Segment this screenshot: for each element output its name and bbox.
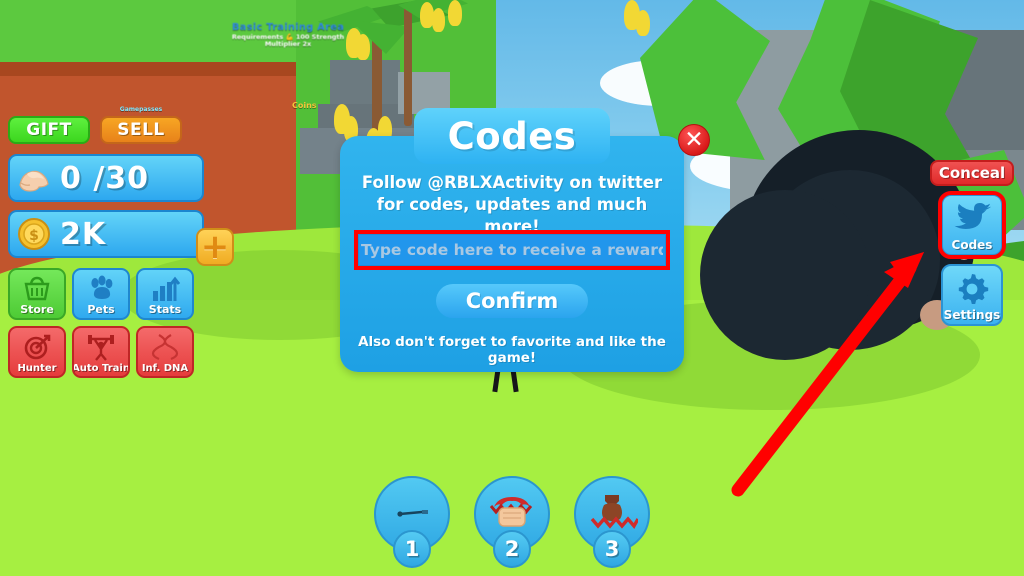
gamepasses-label: Gamepasses xyxy=(119,106,163,113)
terrain-dirt-edge xyxy=(0,62,310,76)
hud-icon-grid: Store Pets Stats Hunter Auto Train Inf. … xyxy=(8,268,194,378)
hotbar-number: 1 xyxy=(393,530,431,568)
auto-train-label: Auto Train xyxy=(72,363,130,374)
hotbar-number: 3 xyxy=(593,530,631,568)
codes-button[interactable]: Codes xyxy=(938,191,1006,259)
add-coins-button[interactable]: + xyxy=(196,228,234,266)
coin-icon: $ xyxy=(14,214,54,254)
auto-train-button[interactable]: Auto Train xyxy=(72,326,130,378)
weightlifter-icon xyxy=(74,330,128,364)
hotbar-slot[interactable]: 1 xyxy=(374,476,450,568)
hotbar-slot[interactable]: 2 xyxy=(474,476,550,568)
billboard-multiplier: Multiplier 2x xyxy=(264,39,312,48)
coins-value: 2K xyxy=(60,216,107,252)
settings-label: Settings xyxy=(943,308,1001,322)
game-screen: Basic Training Area Requirements 💪 100 S… xyxy=(0,0,1024,576)
coins-sign: Coins xyxy=(292,101,317,110)
dialog-title: Codes xyxy=(414,108,610,164)
banana-bunch xyxy=(356,34,370,60)
hotbar-slot[interactable]: 3 xyxy=(574,476,650,568)
strength-bar[interactable]: 0 /30 xyxy=(8,154,204,202)
stats-button[interactable]: Stats xyxy=(136,268,194,320)
inf-dna-label: Inf. DNA xyxy=(141,363,189,374)
billboard: Basic Training Area Requirements 💪 100 S… xyxy=(228,22,348,48)
dialog-subtitle-line1: Follow @RBLXActivity on twitter xyxy=(361,173,663,192)
dialog-footer: Also don't forget to favorite and like t… xyxy=(358,334,666,366)
gear-icon xyxy=(943,270,1001,308)
strength-value: 0 /30 xyxy=(60,160,150,196)
sell-button[interactable]: SELL xyxy=(100,116,182,144)
target-arrow-icon xyxy=(10,330,64,364)
dna-icon xyxy=(138,330,192,364)
plus-icon: + xyxy=(200,227,230,267)
store-button[interactable]: Store xyxy=(8,268,66,320)
top-button-row: Gamepasses GIFT SELL xyxy=(8,106,238,146)
bicep-icon xyxy=(14,158,54,198)
close-glyph: ✕ xyxy=(684,127,704,153)
twitter-bird-icon xyxy=(943,200,1001,238)
coins-bar[interactable]: $ 2K + xyxy=(8,210,234,266)
svg-text:$: $ xyxy=(29,228,39,244)
hotbar-number: 2 xyxy=(493,530,531,568)
basket-icon xyxy=(10,272,64,306)
hotbar: 1 2 3 xyxy=(374,476,650,568)
inf-dna-button[interactable]: Inf. DNA xyxy=(136,326,194,378)
bar-chart-up-icon xyxy=(138,272,192,306)
left-hud-panel: Gamepasses GIFT SELL 0 /30 $ 2K + Store … xyxy=(8,106,238,378)
codes-label: Codes xyxy=(951,238,993,252)
banana-bunch xyxy=(448,0,462,26)
banana-bunch xyxy=(432,8,445,32)
close-icon[interactable]: ✕ xyxy=(678,124,710,156)
hunter-label: Hunter xyxy=(17,363,57,374)
stats-label: Stats xyxy=(148,303,182,316)
character-hair xyxy=(700,190,870,360)
code-input-highlight xyxy=(354,230,670,270)
banana-bunch xyxy=(636,10,650,36)
pets-button[interactable]: Pets xyxy=(72,268,130,320)
dialog-subtitle: Follow @RBLXActivity on twitter for code… xyxy=(352,172,672,237)
conceal-button[interactable]: Conceal xyxy=(930,160,1014,186)
code-input[interactable] xyxy=(358,234,666,266)
store-label: Store xyxy=(20,303,54,316)
codes-dialog: Codes ✕ Follow @RBLXActivity on twitter … xyxy=(340,108,710,372)
settings-button[interactable]: Settings xyxy=(941,264,1003,326)
palm-trunk xyxy=(404,6,412,126)
right-hud-panel: Conceal Codes Settings xyxy=(926,160,1018,326)
billboard-title: Basic Training Area xyxy=(231,22,345,33)
gift-button[interactable]: GIFT xyxy=(8,116,90,144)
thin-tool-icon xyxy=(397,510,428,517)
paw-icon xyxy=(74,272,128,306)
confirm-button[interactable]: Confirm xyxy=(436,284,588,318)
hunter-button[interactable]: Hunter xyxy=(8,326,66,378)
pets-label: Pets xyxy=(87,303,115,316)
